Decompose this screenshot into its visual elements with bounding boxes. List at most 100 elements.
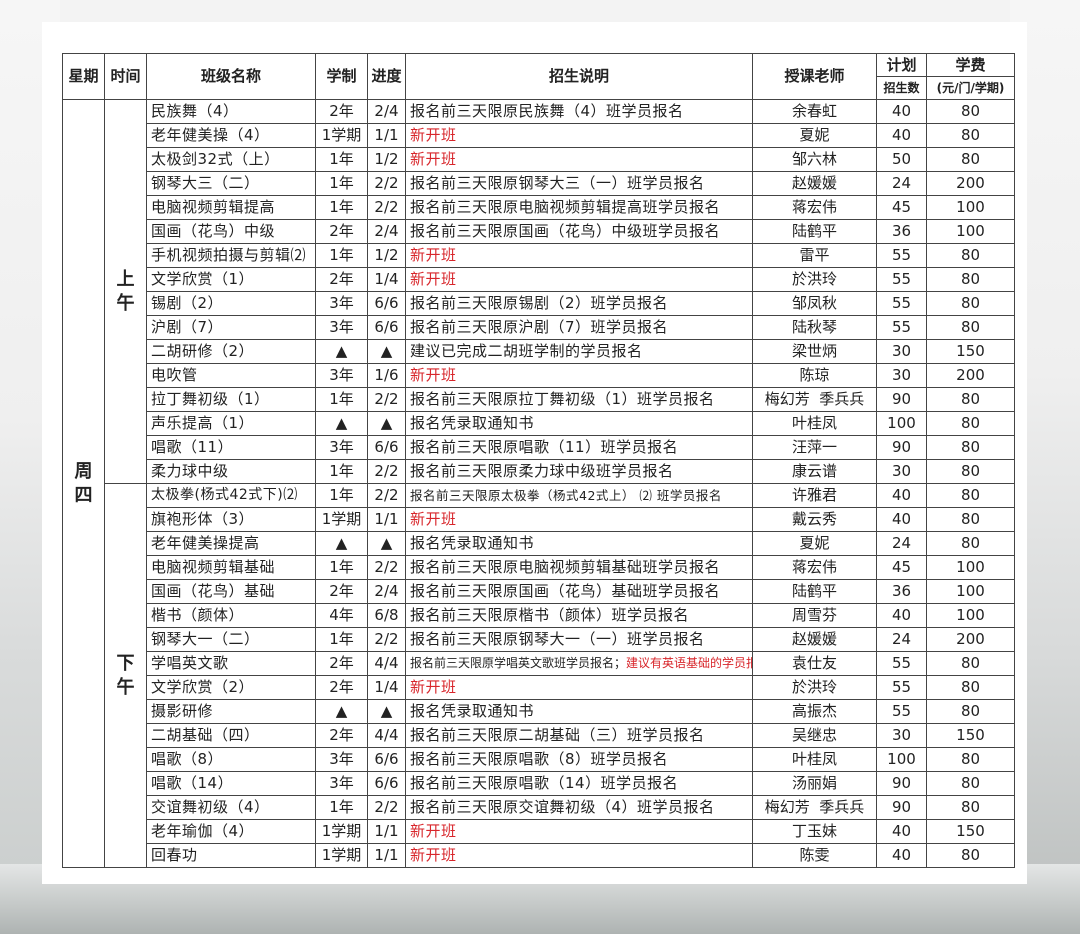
schedule-table: 星期 时间 班级名称 学制 进度 招生说明 授课老师 计划 学费 招生数 (元/… [62,53,1015,868]
fee-cell: 80 [926,747,1015,772]
class-name-cell: 声乐提高（1） [146,411,316,436]
plan-cell: 55 [876,291,927,316]
class-name-cell: 国画（花鸟）基础 [146,579,316,604]
progress-cell: 4/4 [367,723,406,748]
description-cell: 建议已完成二胡班学制的学员报名 [405,339,753,364]
class-name-cell: 电脑视频剪辑提高 [146,195,316,220]
teacher-cell: 康云谱 [752,459,877,484]
progress-cell: 1/2 [367,147,406,172]
period-afternoon: 下午 [104,483,147,868]
class-name-cell: 电脑视频剪辑基础 [146,555,316,580]
teacher-cell: 於洪玲 [752,267,877,292]
duration-cell: 1年 [315,459,368,484]
duration-cell: 3年 [315,291,368,316]
duration-cell: 3年 [315,771,368,796]
progress-cell: 2/2 [367,171,406,196]
progress-cell: 6/8 [367,603,406,628]
duration-cell: ▲ [315,699,368,724]
duration-cell: 3年 [315,435,368,460]
teacher-cell: 许雅君 [752,483,877,508]
description-cell: 报名前三天限原太极拳（杨式42式上） ⑵ 班学员报名 [405,483,753,508]
class-name-cell: 钢琴大三（二） [146,171,316,196]
progress-cell: 6/6 [367,291,406,316]
table-row: 老年瑜伽（4） 1学期 1/1 新开班 丁玉妹 40 150 [63,819,1015,844]
fee-cell: 80 [926,531,1015,556]
duration-cell: 1年 [315,171,368,196]
description-text: 报名凭录取通知书 [410,702,535,720]
teacher-cell: 汤丽娟 [752,771,877,796]
class-name-cell: 手机视频拍摄与剪辑⑵ [146,243,316,268]
progress-cell: 6/6 [367,747,406,772]
duration-cell: 2年 [315,579,368,604]
description-cell: 报名前三天限原学唱英文歌班学员报名；建议有英语基础的学员报名 [405,651,753,676]
description-text: 报名前三天限原国画（花鸟）基础班学员报名 [410,582,721,600]
duration-cell: 1年 [315,555,368,580]
description-text: 新开班 [410,510,457,528]
plan-cell: 24 [876,627,927,652]
progress-cell: 1/2 [367,243,406,268]
teacher-cell: 陆鹤平 [752,579,877,604]
description-cell: 报名前三天限原二胡基础（三）班学员报名 [405,723,753,748]
teacher-cell: 梅幻芳 季兵兵 [752,795,877,820]
teacher-cell: 蒋宏伟 [752,195,877,220]
description-cell: 报名凭录取通知书 [405,699,753,724]
duration-cell: 1年 [315,243,368,268]
teacher-cell: 袁仕友 [752,651,877,676]
progress-cell: 1/4 [367,675,406,700]
plan-cell: 90 [876,795,927,820]
teacher-cell: 邹凤秋 [752,291,877,316]
class-name-cell: 太极剑32式（上） [146,147,316,172]
duration-cell: 3年 [315,315,368,340]
table-row: 声乐提高（1） ▲ ▲ 报名凭录取通知书 叶桂凤 100 80 [63,411,1015,436]
period-morning: 上午 [104,99,147,484]
teacher-cell: 高振杰 [752,699,877,724]
plan-cell: 30 [876,339,927,364]
description-text: 新开班 [410,126,457,144]
class-name-cell: 二胡研修（2） [146,339,316,364]
class-name-cell: 老年健美操（4） [146,123,316,148]
teacher-cell: 夏妮 [752,531,877,556]
description-cell: 报名前三天限原电脑视频剪辑基础班学员报名 [405,555,753,580]
description-note: 建议有英语基础的学员报名 [626,656,751,670]
fee-cell: 80 [926,411,1015,436]
description-text: 报名前三天限原钢琴大三（一）班学员报名 [410,174,705,192]
progress-cell: 2/2 [367,459,406,484]
plan-cell: 55 [876,315,927,340]
table-row: 交谊舞初级（4） 1年 2/2 报名前三天限原交谊舞初级（4）班学员报名 梅幻芳 季兵兵… [63,795,1015,820]
description-cell: 报名前三天限原国画（花鸟）基础班学员报名 [405,579,753,604]
table-header: 星期 时间 班级名称 学制 进度 招生说明 授课老师 计划 学费 招生数 (元/… [62,53,1015,100]
table-body: 周四 上午 民族舞（4） 2年 2/4 报名前三天限原民族舞（4）班学员报名 余春虹 40 80… [62,99,1015,868]
table-row: 旗袍形体（3） 1学期 1/1 新开班 戴云秀 40 80 [63,507,1015,532]
progress-cell: 2/2 [367,795,406,820]
description-text: 新开班 [410,366,457,384]
description-text: 报名前三天限原交谊舞初级（4）班学员报名 [410,798,715,816]
class-name-cell: 学唱英文歌 [146,651,316,676]
teacher-cell: 夏妮 [752,123,877,148]
description-cell: 报名凭录取通知书 [405,531,753,556]
description-text: 新开班 [410,678,457,696]
progress-cell: ▲ [367,339,406,364]
plan-cell: 24 [876,171,927,196]
teacher-cell: 於洪玲 [752,675,877,700]
fee-cell: 150 [926,339,1015,364]
table-row: 锡剧（2） 3年 6/6 报名前三天限原锡剧（2）班学员报名 邹凤秋 55 80 [63,291,1015,316]
fee-cell: 100 [926,555,1015,580]
class-name-cell: 钢琴大一（二） [146,627,316,652]
teacher-cell: 丁玉妹 [752,819,877,844]
plan-cell: 100 [876,411,927,436]
description-cell: 新开班 [405,123,753,148]
progress-cell: 1/1 [367,819,406,844]
description-text: 新开班 [410,270,457,288]
table-row: 老年健美操提高 ▲ ▲ 报名凭录取通知书 夏妮 24 80 [63,531,1015,556]
table-row: 二胡研修（2） ▲ ▲ 建议已完成二胡班学制的学员报名 梁世炳 30 150 [63,339,1015,364]
description-cell: 报名前三天限原唱歌（8）班学员报名 [405,747,753,772]
plan-cell: 24 [876,531,927,556]
class-name-cell: 交谊舞初级（4） [146,795,316,820]
header-fee: 学费 [926,53,1015,77]
period-label: 下午 [116,652,135,698]
teacher-cell: 雷平 [752,243,877,268]
description-cell: 报名前三天限原柔力球中级班学员报名 [405,459,753,484]
table-row: 老年健美操（4） 1学期 1/1 新开班 夏妮 40 80 [63,123,1015,148]
class-name-cell: 摄影研修 [146,699,316,724]
plan-cell: 40 [876,99,927,124]
